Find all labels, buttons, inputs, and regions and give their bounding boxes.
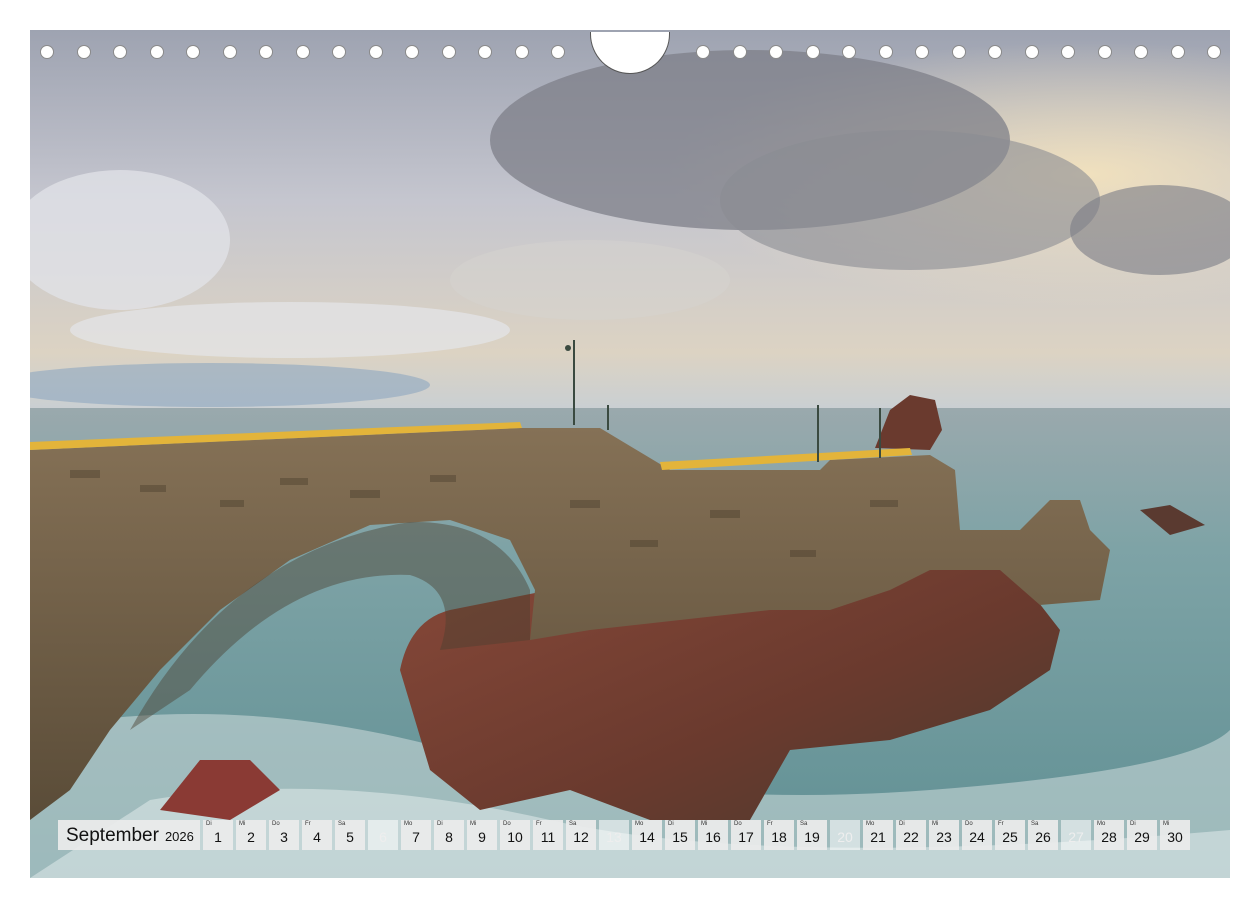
day-cell: Mo 14 — [632, 820, 662, 850]
day-number: 19 — [804, 829, 820, 845]
day-of-week: Mo — [1097, 821, 1106, 827]
day-of-week: Mo — [635, 821, 644, 827]
day-of-week: Di — [899, 821, 905, 827]
day-number: 28 — [1101, 829, 1117, 845]
day-of-week: Sa — [338, 821, 346, 827]
calendar-page — [30, 30, 1230, 878]
day-cell: Do 3 — [269, 820, 299, 850]
day-cell: Mo 28 — [1094, 820, 1124, 850]
day-number: 22 — [903, 829, 919, 845]
day-cell: Di 15 — [665, 820, 695, 850]
day-number: 27 — [1068, 829, 1084, 845]
day-number: 30 — [1167, 829, 1183, 845]
day-of-week: Mi — [239, 821, 246, 827]
day-number: 12 — [573, 829, 589, 845]
day-of-week: Mi — [932, 821, 939, 827]
day-cell: 27 — [1061, 820, 1091, 850]
day-of-week: Sa — [800, 821, 808, 827]
day-cell: Sa 5 — [335, 820, 365, 850]
day-number: 20 — [837, 829, 853, 845]
day-cell: Sa 26 — [1028, 820, 1058, 850]
calendar-strip: September 2026 Di 1 Mi 2 Do 3 Fr 4 Sa 5 6 Mo 7 Di 8 Mi 9… — [58, 820, 1190, 850]
day-number: 1 — [214, 829, 222, 845]
day-cell: Di 1 — [203, 820, 233, 850]
day-cell: Do 17 — [731, 820, 761, 850]
day-cell: Fr 25 — [995, 820, 1025, 850]
day-number: 8 — [445, 829, 453, 845]
day-number: 25 — [1002, 829, 1018, 845]
day-of-week: Fr — [998, 821, 1004, 827]
day-number: 21 — [870, 829, 886, 845]
day-number: 4 — [313, 829, 321, 845]
day-of-week: Mi — [470, 821, 477, 827]
day-number: 29 — [1134, 829, 1150, 845]
landscape-photo — [30, 30, 1230, 878]
day-number: 11 — [540, 829, 556, 845]
day-cell: Mo 21 — [863, 820, 893, 850]
day-of-week: Di — [437, 821, 443, 827]
day-number: 16 — [705, 829, 721, 845]
day-of-week: Sa — [1031, 821, 1039, 827]
day-cell: Sa 12 — [566, 820, 596, 850]
day-number: 14 — [639, 829, 655, 845]
day-number: 24 — [969, 829, 985, 845]
day-cell: Fr 11 — [533, 820, 563, 850]
day-cell: Fr 18 — [764, 820, 794, 850]
day-cell: 20 — [830, 820, 860, 850]
day-of-week: Sa — [569, 821, 577, 827]
day-of-week: Do — [734, 821, 742, 827]
day-cell: Di 8 — [434, 820, 464, 850]
day-cell: Sa 19 — [797, 820, 827, 850]
day-cell: Mi 30 — [1160, 820, 1190, 850]
day-cell: 6 — [368, 820, 398, 850]
day-cell: Mo 7 — [401, 820, 431, 850]
day-cell: Do 24 — [962, 820, 992, 850]
day-cell: Mi 23 — [929, 820, 959, 850]
day-number: 2 — [247, 829, 255, 845]
day-number: 15 — [672, 829, 688, 845]
day-of-week: Mi — [1163, 821, 1170, 827]
day-number: 10 — [507, 829, 523, 845]
day-number: 17 — [738, 829, 754, 845]
day-number: 9 — [478, 829, 486, 845]
day-of-week: Di — [1130, 821, 1136, 827]
day-number: 3 — [280, 829, 288, 845]
month-name: September — [66, 825, 159, 846]
day-cell: Mi 9 — [467, 820, 497, 850]
day-number: 23 — [936, 829, 952, 845]
day-of-week: Mo — [866, 821, 875, 827]
day-cell: Do 10 — [500, 820, 530, 850]
day-of-week: Di — [668, 821, 674, 827]
day-of-week: Do — [272, 821, 280, 827]
day-cell: Di 22 — [896, 820, 926, 850]
day-cell: Mi 16 — [698, 820, 728, 850]
day-of-week: Fr — [536, 821, 542, 827]
day-cell: Mi 2 — [236, 820, 266, 850]
day-cell: Di 29 — [1127, 820, 1157, 850]
day-number: 7 — [412, 829, 420, 845]
day-of-week: Mi — [701, 821, 708, 827]
day-cell: Fr 4 — [302, 820, 332, 850]
day-number: 18 — [771, 829, 787, 845]
day-number: 26 — [1035, 829, 1051, 845]
day-number: 6 — [379, 829, 387, 845]
day-of-week: Di — [206, 821, 212, 827]
month-label: September 2026 — [58, 820, 200, 850]
day-of-week: Do — [503, 821, 511, 827]
day-of-week: Mo — [404, 821, 413, 827]
month-year: 2026 — [164, 829, 194, 844]
day-of-week: Fr — [305, 821, 311, 827]
day-number: 5 — [346, 829, 354, 845]
day-number: 13 — [606, 829, 622, 845]
day-cell: 13 — [599, 820, 629, 850]
day-of-week: Fr — [767, 821, 773, 827]
day-of-week: Do — [965, 821, 973, 827]
